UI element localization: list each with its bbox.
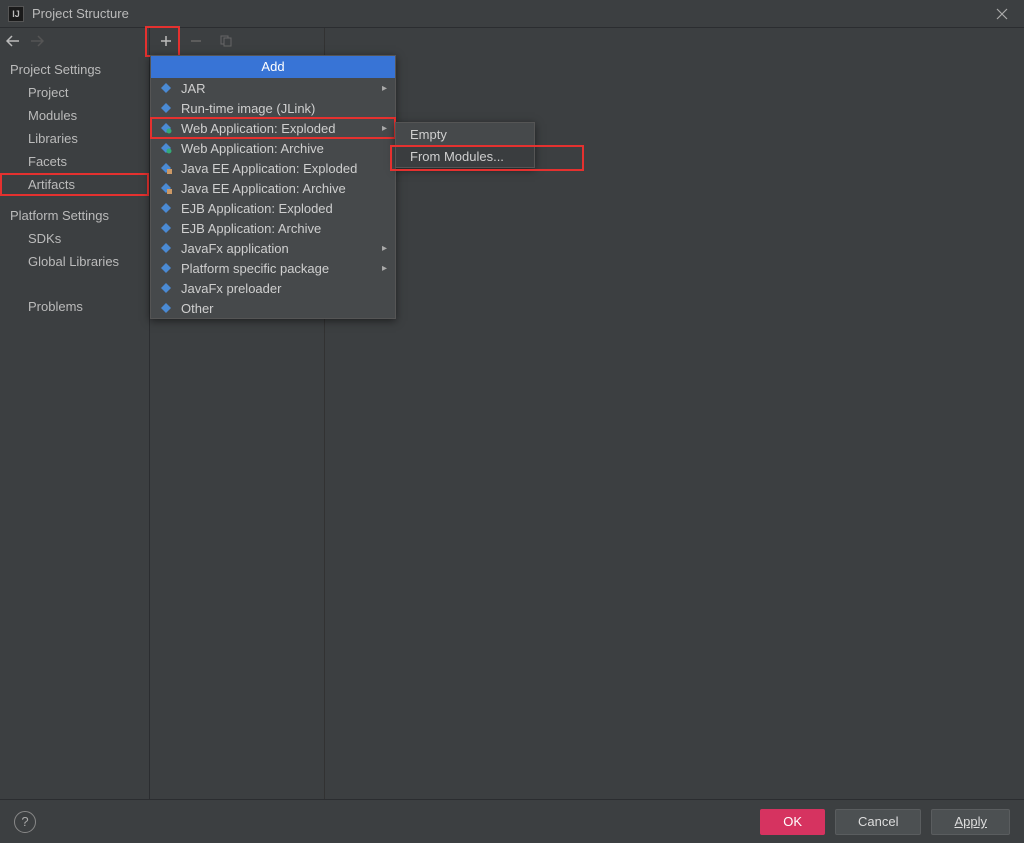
app-logo: IJ <box>8 6 24 22</box>
apply-button[interactable]: Apply <box>931 809 1010 835</box>
web-app-submenu: Empty From Modules... <box>395 122 535 168</box>
add-button[interactable] <box>160 35 176 47</box>
dropdown-item-runtime-image[interactable]: Run-time image (JLink) <box>151 98 395 118</box>
dropdown-item-ejb-archive[interactable]: EJB Application: Archive <box>151 218 395 238</box>
cancel-button[interactable]: Cancel <box>835 809 921 835</box>
remove-button[interactable] <box>190 35 206 47</box>
ok-button[interactable]: OK <box>760 809 825 835</box>
dropdown-header: Add <box>151 56 395 78</box>
dropdown-item-label: Java EE Application: Archive <box>181 181 387 196</box>
dropdown-item-javaee-exploded[interactable]: Java EE Application: Exploded <box>151 158 395 178</box>
dropdown-item-ejb-exploded[interactable]: EJB Application: Exploded <box>151 198 395 218</box>
artifact-icon <box>159 281 173 295</box>
copy-button[interactable] <box>220 35 236 47</box>
sidebar-item-modules[interactable]: Modules <box>0 104 149 127</box>
sidebar-item-facets[interactable]: Facets <box>0 150 149 173</box>
sidebar-heading-platform-settings: Platform Settings <box>0 204 149 227</box>
sidebar-section-project: Project Settings Project Modules Librari… <box>0 54 149 200</box>
sidebar-item-sdks[interactable]: SDKs <box>0 227 149 250</box>
dropdown-item-label: Platform specific package <box>181 261 374 276</box>
logo-text: IJ <box>12 9 20 19</box>
artifact-icon <box>159 201 173 215</box>
bottom-bar: ? OK Cancel Apply <box>0 799 1024 843</box>
dropdown-item-label: Java EE Application: Exploded <box>181 161 387 176</box>
sidebar-item-artifacts[interactable]: Artifacts <box>0 173 149 196</box>
dropdown-item-label: EJB Application: Exploded <box>181 201 387 216</box>
artifact-icon <box>159 81 173 95</box>
dropdown-item-web-app-exploded[interactable]: Web Application: Exploded ▸ <box>151 118 395 138</box>
back-button[interactable] <box>6 35 20 47</box>
submenu-item-from-modules[interactable]: From Modules... <box>396 145 534 167</box>
forward-button[interactable] <box>30 35 44 47</box>
dropdown-item-other[interactable]: Other <box>151 298 395 318</box>
artifact-icon <box>159 161 173 175</box>
artifact-icon <box>159 241 173 255</box>
close-button[interactable] <box>988 0 1016 28</box>
arrow-right-icon <box>30 35 44 47</box>
artifact-icon <box>159 181 173 195</box>
submenu-item-empty[interactable]: Empty <box>396 123 534 145</box>
artifact-toolbar <box>150 28 324 54</box>
sidebar-heading-project-settings: Project Settings <box>0 58 149 81</box>
sidebar-spacer <box>0 277 149 295</box>
chevron-right-icon: ▸ <box>382 123 387 134</box>
artifact-icon <box>159 221 173 235</box>
chevron-right-icon: ▸ <box>382 243 387 254</box>
add-dropdown: Add JAR ▸ Run-time image (JLink) Web App… <box>150 55 396 319</box>
dropdown-item-javaee-archive[interactable]: Java EE Application: Archive <box>151 178 395 198</box>
dropdown-item-label: JavaFx application <box>181 241 374 256</box>
sidebar-item-libraries[interactable]: Libraries <box>0 127 149 150</box>
minus-icon <box>190 35 202 47</box>
dropdown-item-label: JavaFx preloader <box>181 281 387 296</box>
sidebar: Project Settings Project Modules Librari… <box>0 28 150 799</box>
dropdown-item-label: JAR <box>181 81 374 96</box>
close-icon <box>996 8 1008 20</box>
chevron-right-icon: ▸ <box>382 263 387 274</box>
window-title: Project Structure <box>32 6 988 21</box>
dropdown-item-javafx-preloader[interactable]: JavaFx preloader <box>151 278 395 298</box>
arrow-left-icon <box>6 35 20 47</box>
dropdown-item-label: Other <box>181 301 387 316</box>
dropdown-item-javafx-app[interactable]: JavaFx application ▸ <box>151 238 395 258</box>
nav-arrows <box>0 28 149 54</box>
dropdown-item-platform-package[interactable]: Platform specific package ▸ <box>151 258 395 278</box>
dropdown-item-label: Web Application: Exploded <box>181 121 374 136</box>
titlebar: IJ Project Structure <box>0 0 1024 28</box>
sidebar-section-platform: Platform Settings SDKs Global Libraries <box>0 200 149 277</box>
artifact-icon <box>159 301 173 315</box>
artifact-icon <box>159 101 173 115</box>
dropdown-item-web-app-archive[interactable]: Web Application: Archive <box>151 138 395 158</box>
chevron-right-icon: ▸ <box>382 83 387 94</box>
sidebar-item-project[interactable]: Project <box>0 81 149 104</box>
sidebar-item-problems[interactable]: Problems <box>0 295 149 318</box>
dropdown-item-label: Run-time image (JLink) <box>181 101 387 116</box>
artifact-icon <box>159 141 173 155</box>
dropdown-item-label: Web Application: Archive <box>181 141 387 156</box>
artifact-icon <box>159 121 173 135</box>
dropdown-item-jar[interactable]: JAR ▸ <box>151 78 395 98</box>
sidebar-item-global-libraries[interactable]: Global Libraries <box>0 250 149 273</box>
plus-icon <box>160 35 172 47</box>
dropdown-item-label: EJB Application: Archive <box>181 221 387 236</box>
copy-icon <box>220 35 232 47</box>
question-icon: ? <box>21 814 28 829</box>
artifact-icon <box>159 261 173 275</box>
help-button[interactable]: ? <box>14 811 36 833</box>
